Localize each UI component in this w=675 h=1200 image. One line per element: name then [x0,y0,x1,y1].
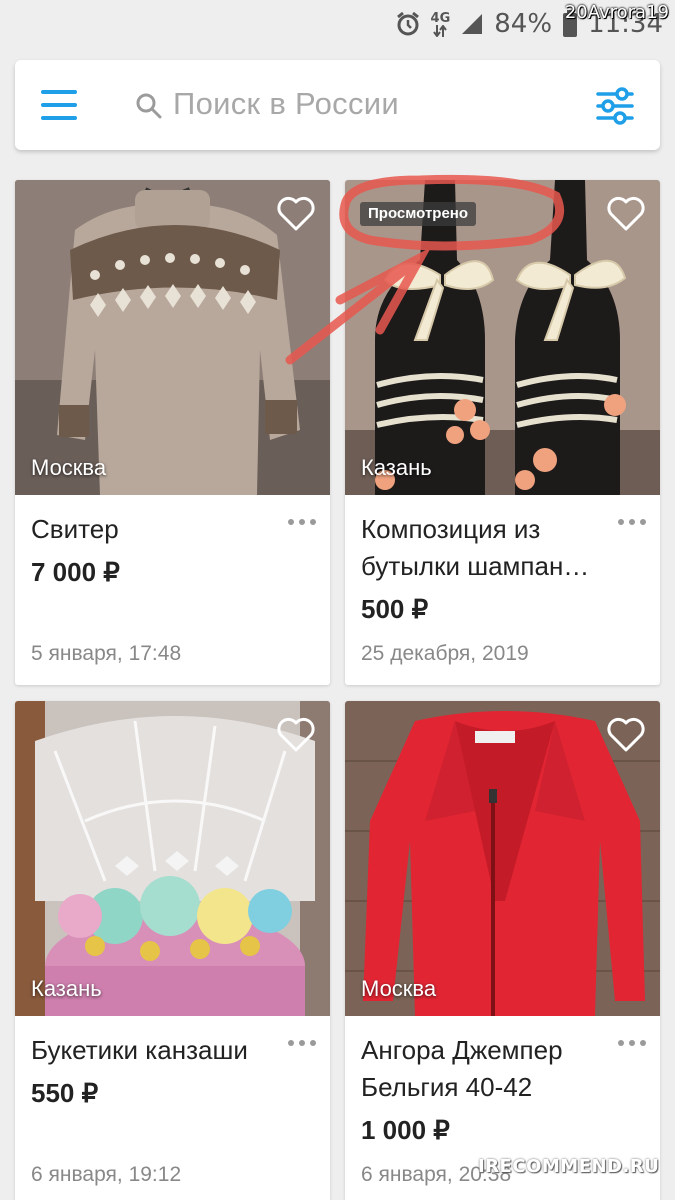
viewed-badge: Просмотрено [360,202,477,226]
search-icon [136,93,162,119]
listing-date: 6 января, 19:12 [31,1163,182,1186]
user-watermark: 20Avrora19 [564,2,669,23]
search-input[interactable]: Поиск в России [173,86,399,122]
battery-percent: 84% [494,9,553,39]
listing-card[interactable]: Казань Букетики канзаши 550 ₽ 6 января, … [15,701,330,1200]
alarm-icon [395,11,421,37]
listing-info: Ангора Джемпер Бельгия 40-42 1 000 ₽ [345,1016,660,1146]
more-options-icon[interactable] [288,519,316,527]
more-options-icon[interactable] [618,1040,646,1048]
filter-icon[interactable] [595,86,635,126]
listing-price: 500 ₽ [361,594,429,624]
network-indicator: 4G [430,10,451,37]
favorite-heart-icon[interactable] [276,717,316,753]
listing-photo[interactable]: Москва [345,701,660,1016]
listing-photo[interactable]: Москва [15,180,330,495]
listing-title[interactable]: Ангора Джемпер Бельгия 40-42 [361,1032,644,1106]
listing-city: Москва [31,455,107,480]
network-type: 4G [430,10,451,26]
listing-info: Букетики канзаши 550 ₽ [15,1016,330,1109]
listing-title[interactable]: Свитер [31,511,314,548]
listing-info: Композиция из бутылки шампан… 500 ₽ [345,495,660,625]
favorite-heart-icon[interactable] [276,196,316,232]
status-bar: 4G 84% 11:34 20Avrora19 [0,0,675,46]
listing-date: 25 декабря, 2019 [361,642,529,665]
more-options-icon[interactable] [288,1040,316,1048]
listing-card[interactable]: Просмотрено Казань Композиция из бутылки… [345,180,660,685]
listing-city: Казань [31,976,102,1001]
listing-price: 7 000 ₽ [31,557,120,587]
site-watermark: IRECOMMEND.RU [478,1156,660,1177]
listing-title[interactable]: Букетики канзаши [31,1032,314,1069]
listing-info: Свитер 7 000 ₽ [15,495,330,588]
favorite-heart-icon[interactable] [606,717,646,753]
listing-city: Казань [361,455,432,480]
listing-card[interactable]: Москва Ангора Джемпер Бельгия 40-42 1 00… [345,701,660,1200]
listing-price: 1 000 ₽ [361,1115,450,1145]
listing-city: Москва [361,976,437,1001]
listing-title[interactable]: Композиция из бутылки шампан… [361,511,644,585]
listing-price: 550 ₽ [31,1078,99,1108]
menu-icon[interactable] [41,90,77,120]
listing-card[interactable]: Москва Свитер 7 000 ₽ 5 января, 17:48 [15,180,330,685]
listing-date: 5 января, 17:48 [31,642,182,665]
listing-photo[interactable]: Казань [15,701,330,1016]
favorite-heart-icon[interactable] [606,196,646,232]
signal-icon [460,12,484,36]
listing-photo[interactable]: Просмотрено Казань [345,180,660,495]
search-bar[interactable]: Поиск в России [15,60,660,150]
more-options-icon[interactable] [618,519,646,527]
